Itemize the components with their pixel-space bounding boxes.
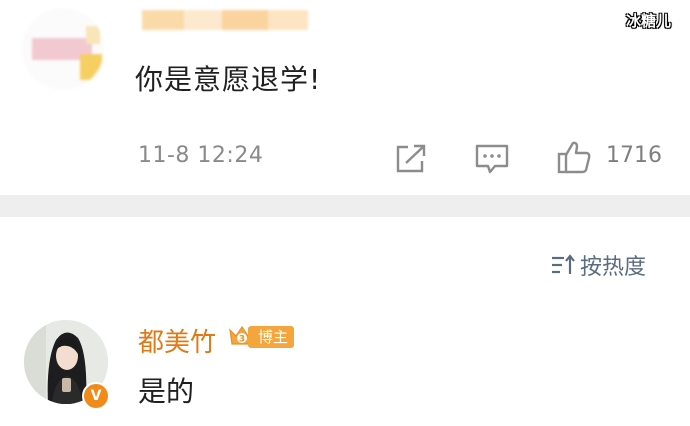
sort-by-hot-button[interactable]: 按热度 (550, 250, 646, 280)
thumbs-up-icon (557, 141, 591, 174)
like-button[interactable] (556, 139, 592, 175)
comment-icon (475, 144, 509, 174)
blogger-badge: 博主 (248, 326, 295, 348)
watermark: 冰糖儿 (626, 12, 672, 30)
reply-button[interactable] (474, 142, 510, 176)
verified-badge: V (82, 382, 110, 410)
comment-timestamp: 11-8 12:24 (138, 143, 264, 168)
reply-text: 是的 (138, 375, 195, 408)
author-name[interactable]: 都美竹 (138, 322, 216, 359)
commenter-avatar-blurred[interactable] (22, 8, 104, 90)
share-icon (396, 144, 426, 173)
sort-icon (552, 254, 575, 274)
commenter-name-blurred[interactable] (134, 2, 310, 36)
svg-text:3: 3 (239, 335, 245, 345)
comment-text: 你是意愿退学! (135, 63, 322, 96)
section-divider (0, 195, 690, 217)
sort-label: 按热度 (580, 255, 647, 280)
share-button[interactable] (394, 143, 428, 175)
like-count: 1716 (606, 143, 662, 168)
